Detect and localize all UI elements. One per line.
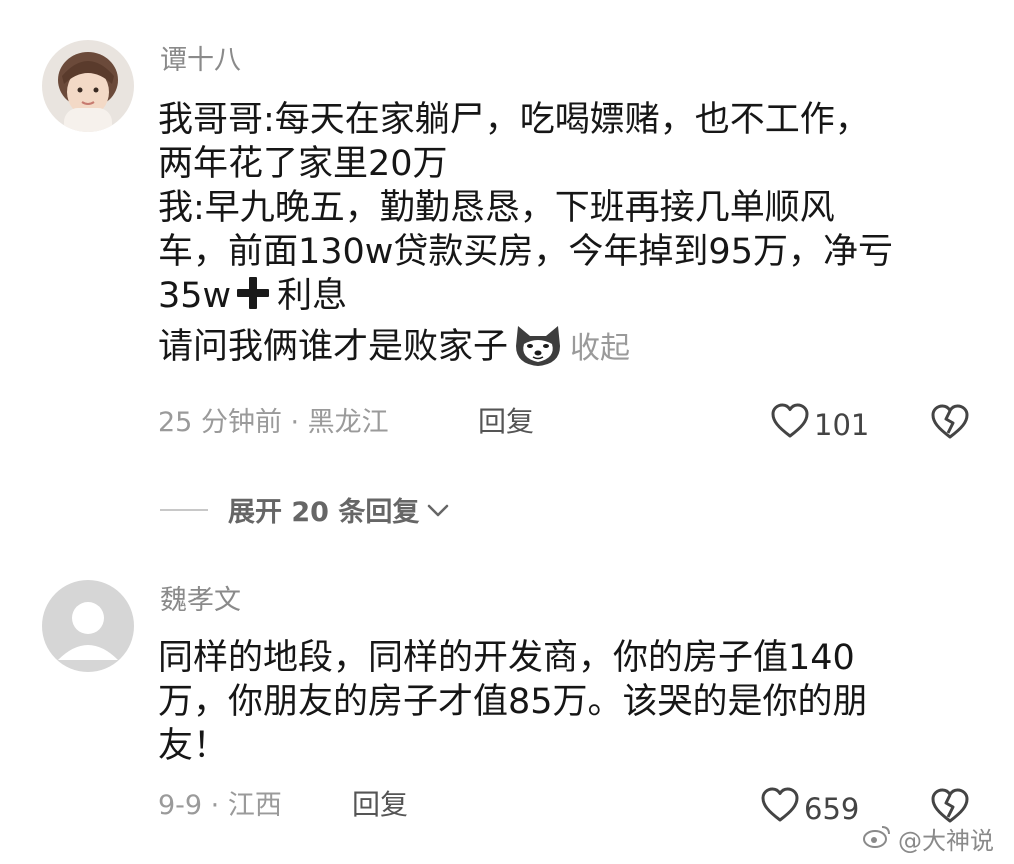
heart-outline-icon (770, 402, 810, 447)
husky-sticker-icon (512, 322, 564, 379)
comment-text: 同样的地段，同样的开发商，你的房子值140 万，你朋友的房子才值85万。该哭的是… (158, 636, 868, 768)
comment-line: 35w 利息 (158, 274, 893, 322)
collapse-button[interactable]: 收起 (570, 331, 630, 366)
comment-meta: 25 分钟前 · 黑龙江 (158, 407, 389, 438)
comment-fragment: 利息 (277, 276, 348, 316)
divider (160, 508, 208, 511)
chevron-down-icon (427, 494, 449, 525)
heart-outline-icon (760, 786, 800, 831)
comment-1: 谭十八 我哥哥:每天在家躺尸，吃喝嫖赌，也不工作， 两年花了家里20万 我:早九… (0, 0, 1014, 470)
username[interactable]: 魏孝文 (160, 584, 241, 618)
comment-2: 魏孝文 同样的地段，同样的开发商，你的房子值140 万，你朋友的房子才值85万。… (0, 560, 1014, 860)
avatar[interactable] (42, 40, 134, 132)
expand-replies-label: 展开 20 条回复 (228, 497, 420, 528)
watermark: @大神说 (862, 821, 994, 856)
broken-heart-icon (930, 404, 970, 445)
comment-line: 我哥哥:每天在家躺尸，吃喝嫖赌，也不工作， (158, 100, 870, 140)
comment-text: 我哥哥:每天在家躺尸，吃喝嫖赌，也不工作， 两年花了家里20万 我:早九晚五，勤… (158, 98, 893, 379)
dislike-button[interactable] (930, 403, 970, 445)
weibo-logo-icon (862, 823, 892, 855)
like-button[interactable]: 659 (760, 786, 859, 831)
comment-line: 车，前面130w贷款买房，今年掉到95万，净亏 (158, 232, 893, 272)
avatar[interactable] (42, 580, 134, 672)
comment-line: 友！ (158, 726, 229, 766)
comment-line: 万，你朋友的房子才值85万。该哭的是你的朋 (158, 682, 868, 722)
like-count: 101 (814, 407, 870, 442)
watermark-text: @大神说 (898, 827, 994, 855)
reply-button[interactable]: 回复 (478, 404, 534, 440)
comment-line: 两年花了家里20万 (158, 144, 448, 184)
comment-meta: 9-9 · 江西 (158, 790, 282, 821)
like-button[interactable]: 101 (770, 402, 869, 447)
comment-line: 我:早九晚五，勤勤恳恳，下班再接几单顺风 (158, 188, 835, 228)
reply-button[interactable]: 回复 (352, 787, 408, 823)
comment-line: 同样的地段，同样的开发商，你的房子值140 (158, 638, 855, 678)
comment-fragment: 请问我俩谁才是败家子 (158, 327, 509, 367)
comment-fragment: 35w (158, 276, 232, 316)
comment-line: 请问我俩谁才是败家子 收起 (158, 322, 893, 379)
plus-icon (235, 275, 271, 322)
like-count: 659 (804, 791, 860, 826)
username[interactable]: 谭十八 (160, 44, 241, 78)
expand-replies-button[interactable]: 展开 20 条回复 (160, 490, 449, 529)
